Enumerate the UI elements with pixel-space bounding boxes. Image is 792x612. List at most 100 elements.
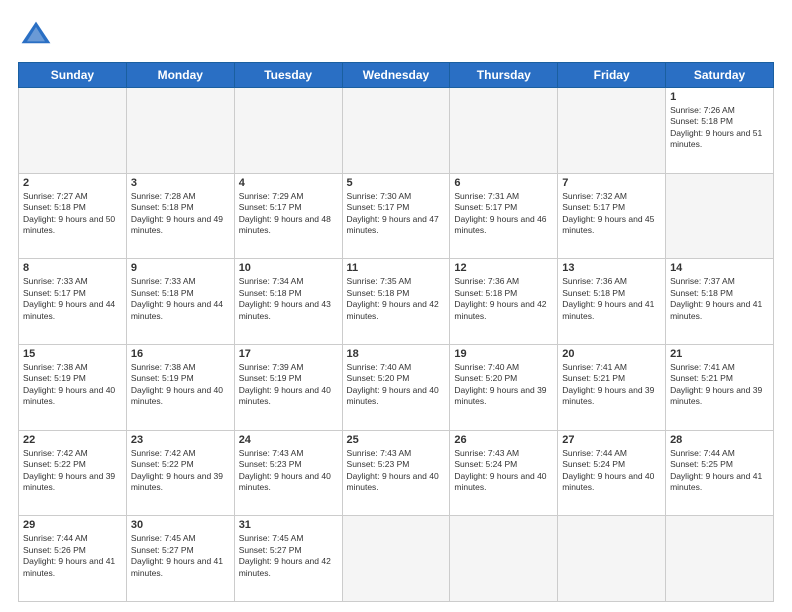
calendar-day-cell: 17 Sunrise: 7:39 AM Sunset: 5:19 PM Dayl… bbox=[234, 344, 342, 430]
day-number: 10 bbox=[239, 262, 338, 274]
calendar-week-row: 2 Sunrise: 7:27 AM Sunset: 5:18 PM Dayli… bbox=[19, 173, 774, 259]
calendar-day-cell: 19 Sunrise: 7:40 AM Sunset: 5:20 PM Dayl… bbox=[450, 344, 558, 430]
day-info: Sunrise: 7:44 AM Sunset: 5:24 PM Dayligh… bbox=[562, 448, 661, 494]
day-info: Sunrise: 7:36 AM Sunset: 5:18 PM Dayligh… bbox=[454, 276, 553, 322]
day-info: Sunrise: 7:38 AM Sunset: 5:19 PM Dayligh… bbox=[131, 362, 230, 408]
dow-header: Wednesday bbox=[342, 63, 450, 88]
calendar-day-cell bbox=[126, 88, 234, 174]
calendar-day-cell: 10 Sunrise: 7:34 AM Sunset: 5:18 PM Dayl… bbox=[234, 259, 342, 345]
day-number: 12 bbox=[454, 262, 553, 274]
day-info: Sunrise: 7:42 AM Sunset: 5:22 PM Dayligh… bbox=[131, 448, 230, 494]
calendar-day-cell: 11 Sunrise: 7:35 AM Sunset: 5:18 PM Dayl… bbox=[342, 259, 450, 345]
dow-header: Sunday bbox=[19, 63, 127, 88]
day-number: 5 bbox=[347, 177, 446, 189]
day-info: Sunrise: 7:30 AM Sunset: 5:17 PM Dayligh… bbox=[347, 191, 446, 237]
day-number: 21 bbox=[670, 348, 769, 360]
day-info: Sunrise: 7:43 AM Sunset: 5:23 PM Dayligh… bbox=[347, 448, 446, 494]
day-info: Sunrise: 7:41 AM Sunset: 5:21 PM Dayligh… bbox=[562, 362, 661, 408]
day-number: 27 bbox=[562, 434, 661, 446]
day-number: 8 bbox=[23, 262, 122, 274]
day-number: 13 bbox=[562, 262, 661, 274]
dow-header: Saturday bbox=[666, 63, 774, 88]
calendar-day-cell: 26 Sunrise: 7:43 AM Sunset: 5:24 PM Dayl… bbox=[450, 430, 558, 516]
day-number: 6 bbox=[454, 177, 553, 189]
dow-header: Monday bbox=[126, 63, 234, 88]
dow-header: Friday bbox=[558, 63, 666, 88]
calendar-day-cell: 21 Sunrise: 7:41 AM Sunset: 5:21 PM Dayl… bbox=[666, 344, 774, 430]
calendar-week-row: 1 Sunrise: 7:26 AM Sunset: 5:18 PM Dayli… bbox=[19, 88, 774, 174]
day-info: Sunrise: 7:38 AM Sunset: 5:19 PM Dayligh… bbox=[23, 362, 122, 408]
calendar-day-cell: 20 Sunrise: 7:41 AM Sunset: 5:21 PM Dayl… bbox=[558, 344, 666, 430]
day-number: 22 bbox=[23, 434, 122, 446]
day-info: Sunrise: 7:27 AM Sunset: 5:18 PM Dayligh… bbox=[23, 191, 122, 237]
calendar-day-cell: 7 Sunrise: 7:32 AM Sunset: 5:17 PM Dayli… bbox=[558, 173, 666, 259]
calendar-day-cell bbox=[342, 88, 450, 174]
day-info: Sunrise: 7:45 AM Sunset: 5:27 PM Dayligh… bbox=[131, 533, 230, 579]
calendar-day-cell bbox=[666, 516, 774, 602]
calendar-day-cell: 29 Sunrise: 7:44 AM Sunset: 5:26 PM Dayl… bbox=[19, 516, 127, 602]
day-number: 16 bbox=[131, 348, 230, 360]
day-info: Sunrise: 7:39 AM Sunset: 5:19 PM Dayligh… bbox=[239, 362, 338, 408]
day-info: Sunrise: 7:34 AM Sunset: 5:18 PM Dayligh… bbox=[239, 276, 338, 322]
calendar-day-cell: 27 Sunrise: 7:44 AM Sunset: 5:24 PM Dayl… bbox=[558, 430, 666, 516]
calendar-day-cell: 31 Sunrise: 7:45 AM Sunset: 5:27 PM Dayl… bbox=[234, 516, 342, 602]
calendar-week-row: 29 Sunrise: 7:44 AM Sunset: 5:26 PM Dayl… bbox=[19, 516, 774, 602]
calendar-day-cell: 16 Sunrise: 7:38 AM Sunset: 5:19 PM Dayl… bbox=[126, 344, 234, 430]
day-info: Sunrise: 7:37 AM Sunset: 5:18 PM Dayligh… bbox=[670, 276, 769, 322]
calendar-day-cell bbox=[558, 516, 666, 602]
day-info: Sunrise: 7:29 AM Sunset: 5:17 PM Dayligh… bbox=[239, 191, 338, 237]
day-number: 2 bbox=[23, 177, 122, 189]
calendar-day-cell: 18 Sunrise: 7:40 AM Sunset: 5:20 PM Dayl… bbox=[342, 344, 450, 430]
day-number: 18 bbox=[347, 348, 446, 360]
day-info: Sunrise: 7:32 AM Sunset: 5:17 PM Dayligh… bbox=[562, 191, 661, 237]
calendar-day-cell bbox=[666, 173, 774, 259]
day-info: Sunrise: 7:35 AM Sunset: 5:18 PM Dayligh… bbox=[347, 276, 446, 322]
calendar-day-cell: 13 Sunrise: 7:36 AM Sunset: 5:18 PM Dayl… bbox=[558, 259, 666, 345]
calendar-day-cell bbox=[342, 516, 450, 602]
day-number: 1 bbox=[670, 91, 769, 103]
calendar-week-row: 8 Sunrise: 7:33 AM Sunset: 5:17 PM Dayli… bbox=[19, 259, 774, 345]
calendar-day-cell: 28 Sunrise: 7:44 AM Sunset: 5:25 PM Dayl… bbox=[666, 430, 774, 516]
day-info: Sunrise: 7:44 AM Sunset: 5:25 PM Dayligh… bbox=[670, 448, 769, 494]
day-number: 26 bbox=[454, 434, 553, 446]
calendar-day-cell: 24 Sunrise: 7:43 AM Sunset: 5:23 PM Dayl… bbox=[234, 430, 342, 516]
calendar-week-row: 15 Sunrise: 7:38 AM Sunset: 5:19 PM Dayl… bbox=[19, 344, 774, 430]
day-number: 11 bbox=[347, 262, 446, 274]
logo bbox=[18, 18, 58, 54]
day-info: Sunrise: 7:43 AM Sunset: 5:23 PM Dayligh… bbox=[239, 448, 338, 494]
calendar-day-cell: 2 Sunrise: 7:27 AM Sunset: 5:18 PM Dayli… bbox=[19, 173, 127, 259]
calendar-day-cell: 12 Sunrise: 7:36 AM Sunset: 5:18 PM Dayl… bbox=[450, 259, 558, 345]
calendar-day-cell bbox=[19, 88, 127, 174]
day-number: 25 bbox=[347, 434, 446, 446]
calendar-body: 1 Sunrise: 7:26 AM Sunset: 5:18 PM Dayli… bbox=[19, 88, 774, 602]
calendar-week-row: 22 Sunrise: 7:42 AM Sunset: 5:22 PM Dayl… bbox=[19, 430, 774, 516]
calendar-day-cell bbox=[234, 88, 342, 174]
day-number: 28 bbox=[670, 434, 769, 446]
header bbox=[18, 18, 774, 54]
calendar-day-cell: 22 Sunrise: 7:42 AM Sunset: 5:22 PM Dayl… bbox=[19, 430, 127, 516]
calendar-day-cell: 3 Sunrise: 7:28 AM Sunset: 5:18 PM Dayli… bbox=[126, 173, 234, 259]
day-number: 24 bbox=[239, 434, 338, 446]
calendar-day-cell: 5 Sunrise: 7:30 AM Sunset: 5:17 PM Dayli… bbox=[342, 173, 450, 259]
day-number: 17 bbox=[239, 348, 338, 360]
day-info: Sunrise: 7:41 AM Sunset: 5:21 PM Dayligh… bbox=[670, 362, 769, 408]
calendar-day-cell: 4 Sunrise: 7:29 AM Sunset: 5:17 PM Dayli… bbox=[234, 173, 342, 259]
logo-icon bbox=[18, 18, 54, 54]
calendar-day-cell: 8 Sunrise: 7:33 AM Sunset: 5:17 PM Dayli… bbox=[19, 259, 127, 345]
calendar-day-cell: 14 Sunrise: 7:37 AM Sunset: 5:18 PM Dayl… bbox=[666, 259, 774, 345]
day-info: Sunrise: 7:28 AM Sunset: 5:18 PM Dayligh… bbox=[131, 191, 230, 237]
day-number: 31 bbox=[239, 519, 338, 531]
day-number: 3 bbox=[131, 177, 230, 189]
day-info: Sunrise: 7:42 AM Sunset: 5:22 PM Dayligh… bbox=[23, 448, 122, 494]
calendar-day-cell bbox=[450, 516, 558, 602]
day-info: Sunrise: 7:33 AM Sunset: 5:17 PM Dayligh… bbox=[23, 276, 122, 322]
calendar-day-cell: 25 Sunrise: 7:43 AM Sunset: 5:23 PM Dayl… bbox=[342, 430, 450, 516]
day-number: 29 bbox=[23, 519, 122, 531]
calendar-day-cell bbox=[558, 88, 666, 174]
dow-header: Thursday bbox=[450, 63, 558, 88]
day-number: 23 bbox=[131, 434, 230, 446]
day-number: 9 bbox=[131, 262, 230, 274]
day-info: Sunrise: 7:40 AM Sunset: 5:20 PM Dayligh… bbox=[454, 362, 553, 408]
day-info: Sunrise: 7:26 AM Sunset: 5:18 PM Dayligh… bbox=[670, 105, 769, 151]
page: SundayMondayTuesdayWednesdayThursdayFrid… bbox=[0, 0, 792, 612]
